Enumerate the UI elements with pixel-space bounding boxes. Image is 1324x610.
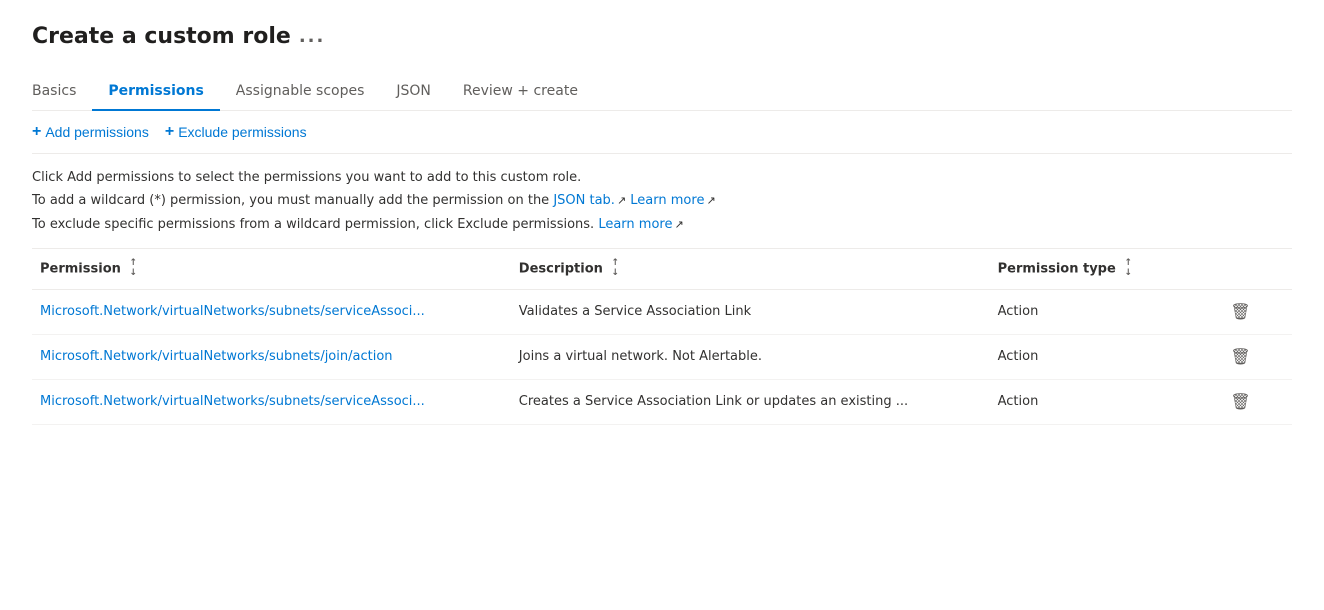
page-title: Create a custom role ... (32, 24, 1292, 49)
info-line3: To exclude specific permissions from a w… (32, 213, 1292, 236)
tab-json[interactable]: JSON (380, 73, 447, 111)
add-permissions-label: Add permissions (45, 124, 149, 140)
type-cell: Action (990, 379, 1217, 424)
exclude-permissions-label: Exclude permissions (178, 124, 306, 140)
table-container: Permission ↑↓ Description ↑↓ Permission … (32, 249, 1292, 425)
title-ellipsis[interactable]: ... (299, 26, 326, 47)
sort-type-icon[interactable]: ↑↓ (1124, 259, 1132, 279)
permission-cell: Microsoft.Network/virtualNetworks/subnet… (32, 334, 511, 379)
col-header-type[interactable]: Permission type ↑↓ (990, 249, 1217, 289)
info-line1: Click Add permissions to select the perm… (32, 166, 1292, 189)
permission-link[interactable]: Microsoft.Network/virtualNetworks/subnet… (40, 394, 425, 409)
learn-more-icon1: ↗ (617, 194, 626, 207)
tab-basics[interactable]: Basics (32, 73, 92, 111)
action-cell: 🗑 (1216, 379, 1292, 424)
tab-review-create[interactable]: Review + create (447, 73, 594, 111)
table-row: Microsoft.Network/virtualNetworks/subnet… (32, 289, 1292, 334)
delete-row-button[interactable]: 🗑 (1224, 300, 1256, 324)
col-header-description[interactable]: Description ↑↓ (511, 249, 990, 289)
tab-bar: Basics Permissions Assignable scopes JSO… (32, 73, 1292, 111)
permission-link[interactable]: Microsoft.Network/virtualNetworks/subnet… (40, 304, 425, 319)
table-row: Microsoft.Network/virtualNetworks/subnet… (32, 334, 1292, 379)
permission-cell: Microsoft.Network/virtualNetworks/subnet… (32, 289, 511, 334)
table-row: Microsoft.Network/virtualNetworks/subnet… (32, 379, 1292, 424)
toolbar: + Add permissions + Exclude permissions (32, 111, 1292, 154)
exclude-permissions-button[interactable]: + Exclude permissions (165, 123, 307, 141)
add-permissions-button[interactable]: + Add permissions (32, 123, 149, 141)
permission-cell: Microsoft.Network/virtualNetworks/subnet… (32, 379, 511, 424)
description-cell: Creates a Service Association Link or up… (511, 379, 990, 424)
json-tab-link[interactable]: JSON tab. (553, 193, 615, 208)
type-cell: Action (990, 334, 1217, 379)
sort-permission-icon[interactable]: ↑↓ (129, 259, 137, 279)
info-line2: To add a wildcard (*) permission, you mu… (32, 189, 1292, 212)
title-text: Create a custom role (32, 24, 291, 49)
tab-permissions[interactable]: Permissions (92, 73, 219, 111)
delete-row-button[interactable]: 🗑 (1224, 345, 1256, 369)
action-cell: 🗑 (1216, 289, 1292, 334)
add-plus-icon: + (32, 123, 41, 141)
learn-more-icon2: ↗ (674, 218, 683, 231)
permissions-table: Permission ↑↓ Description ↑↓ Permission … (32, 249, 1292, 425)
learn-more-link1[interactable]: Learn more (630, 193, 704, 208)
learn-more-icon1b: ↗ (706, 194, 715, 207)
sort-description-icon[interactable]: ↑↓ (611, 259, 619, 279)
type-cell: Action (990, 289, 1217, 334)
delete-row-button[interactable]: 🗑 (1224, 390, 1256, 414)
description-cell: Validates a Service Association Link (511, 289, 990, 334)
col-header-permission[interactable]: Permission ↑↓ (32, 249, 511, 289)
col-header-action (1216, 249, 1292, 289)
permission-link[interactable]: Microsoft.Network/virtualNetworks/subnet… (40, 349, 393, 364)
description-cell: Joins a virtual network. Not Alertable. (511, 334, 990, 379)
info-box: Click Add permissions to select the perm… (32, 154, 1292, 249)
tab-assignable-scopes[interactable]: Assignable scopes (220, 73, 381, 111)
learn-more-link2[interactable]: Learn more (598, 217, 672, 232)
exclude-plus-icon: + (165, 123, 174, 141)
action-cell: 🗑 (1216, 334, 1292, 379)
